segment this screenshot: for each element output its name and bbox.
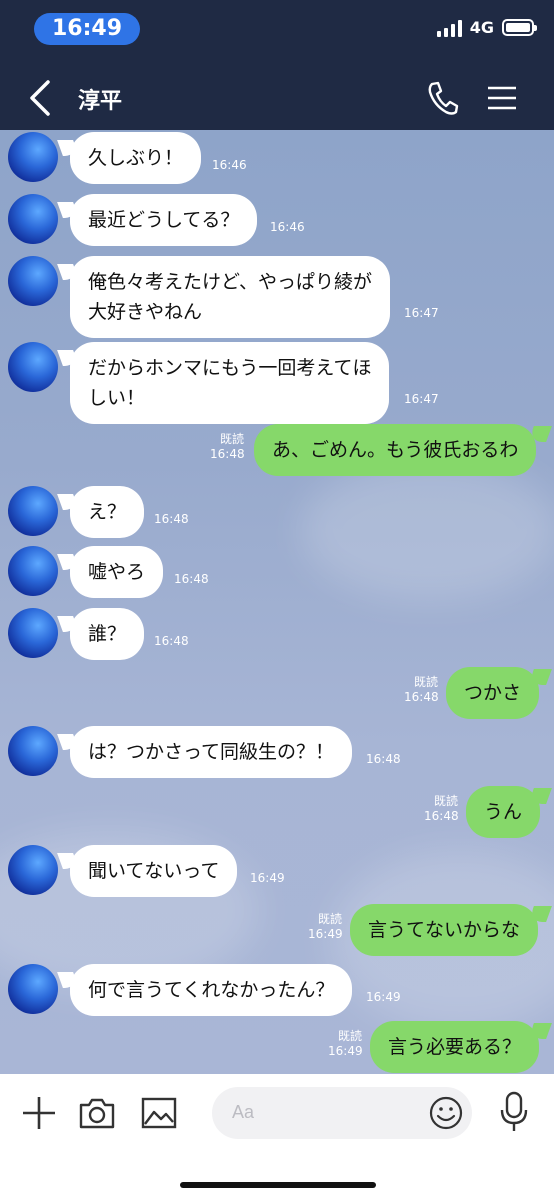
avatar[interactable] bbox=[8, 608, 58, 658]
network-type: 4G bbox=[469, 18, 494, 37]
read-receipt: 既読 bbox=[413, 675, 438, 689]
message-meta: 既読 16:48 bbox=[424, 794, 459, 824]
camera-icon[interactable] bbox=[78, 1094, 116, 1132]
battery-icon bbox=[502, 19, 537, 36]
avatar[interactable] bbox=[8, 342, 58, 392]
message-bubble-incoming[interactable]: 最近どうしてる？ bbox=[70, 194, 258, 246]
hamburger-icon[interactable] bbox=[486, 82, 518, 114]
message-line: 俺色々考えたけど、やっぱり綾が bbox=[88, 271, 373, 293]
message-bubble-outgoing[interactable]: 言うてないからな bbox=[350, 904, 539, 956]
message-meta: 既読 16:48 bbox=[210, 432, 245, 462]
message-bubble-incoming[interactable]: 何で言うてくれなかったん？ bbox=[70, 964, 353, 1016]
avatar[interactable] bbox=[8, 256, 58, 306]
message-meta: 既読 16:49 bbox=[308, 912, 343, 942]
avatar[interactable] bbox=[8, 486, 58, 536]
chat-title: 淳平 bbox=[78, 89, 123, 114]
chat-area[interactable]: 久しぶり！ 16:46 最近どうしてる？ 16:46 俺色々考えたけど、やっぱり… bbox=[0, 130, 554, 1074]
message-meta: 既読 16:48 bbox=[404, 675, 439, 705]
message-bubble-outgoing[interactable]: 言う必要ある？ bbox=[370, 1021, 540, 1073]
avatar[interactable] bbox=[8, 546, 58, 596]
signal-icon bbox=[436, 19, 462, 37]
background-cloud bbox=[300, 460, 554, 600]
message-meta: 既読 16:49 bbox=[328, 1029, 363, 1059]
composer-bar: Aa bbox=[0, 1074, 554, 1200]
message-bubble-incoming[interactable]: 嘘やろ bbox=[70, 546, 164, 598]
message-time: 16:48 bbox=[154, 512, 189, 526]
message-time: 16:48 bbox=[424, 809, 459, 823]
read-receipt: 既読 bbox=[433, 794, 458, 808]
top-bar: 16:49 4G 淳平 bbox=[0, 0, 554, 130]
message-input[interactable]: Aa bbox=[212, 1087, 472, 1139]
message-bubble-outgoing[interactable]: あ、ごめん。もう彼氏おるわ bbox=[254, 424, 537, 476]
read-receipt: 既読 bbox=[219, 432, 244, 446]
message-line: 大好きやねん bbox=[88, 301, 203, 323]
avatar[interactable] bbox=[8, 726, 58, 776]
back-icon[interactable] bbox=[22, 76, 58, 120]
message-time: 16:48 bbox=[174, 572, 209, 586]
smiley-icon[interactable] bbox=[428, 1095, 464, 1131]
message-time: 16:47 bbox=[404, 306, 439, 320]
message-line: しい！ bbox=[88, 387, 146, 409]
message-time: 16:48 bbox=[366, 752, 401, 766]
message-bubble-incoming[interactable]: だからホンマにもう一回考えてほ しい！ bbox=[70, 342, 390, 424]
message-time: 16:46 bbox=[270, 220, 305, 234]
microphone-icon[interactable] bbox=[496, 1090, 532, 1134]
read-receipt: 既読 bbox=[337, 1029, 362, 1043]
message-bubble-incoming[interactable]: え？ bbox=[70, 486, 145, 538]
message-time: 16:46 bbox=[212, 158, 247, 172]
message-bubble-incoming[interactable]: 久しぶり！ bbox=[70, 132, 202, 184]
input-placeholder: Aa bbox=[232, 1102, 255, 1122]
message-bubble-incoming[interactable]: 俺色々考えたけど、やっぱり綾が 大好きやねん bbox=[70, 256, 391, 338]
message-bubble-incoming[interactable]: 誰？ bbox=[70, 608, 145, 660]
message-time: 16:48 bbox=[154, 634, 189, 648]
message-time: 16:49 bbox=[328, 1044, 363, 1058]
message-time: 16:48 bbox=[210, 447, 245, 461]
message-time: 16:49 bbox=[308, 927, 343, 941]
status-time: 16:49 bbox=[34, 13, 140, 45]
message-bubble-incoming[interactable]: 聞いてないって bbox=[70, 845, 238, 897]
avatar[interactable] bbox=[8, 194, 58, 244]
avatar[interactable] bbox=[8, 845, 58, 895]
phone-icon[interactable] bbox=[424, 78, 460, 118]
image-icon[interactable] bbox=[140, 1094, 178, 1132]
home-indicator bbox=[180, 1182, 376, 1188]
read-receipt: 既読 bbox=[317, 912, 342, 926]
plus-icon[interactable] bbox=[20, 1094, 58, 1132]
avatar[interactable] bbox=[8, 964, 58, 1014]
message-time: 16:48 bbox=[404, 690, 439, 704]
message-time: 16:49 bbox=[366, 990, 401, 1004]
message-bubble-incoming[interactable]: は？つかさって同級生の？！ bbox=[70, 726, 353, 778]
message-line: だからホンマにもう一回考えてほ bbox=[88, 357, 372, 379]
message-bubble-outgoing[interactable]: つかさ bbox=[446, 667, 540, 719]
message-time: 16:47 bbox=[404, 392, 439, 406]
message-time: 16:49 bbox=[250, 871, 285, 885]
message-bubble-outgoing[interactable]: うん bbox=[466, 786, 541, 838]
avatar[interactable] bbox=[8, 132, 58, 182]
status-indicators: 4G bbox=[436, 18, 537, 37]
